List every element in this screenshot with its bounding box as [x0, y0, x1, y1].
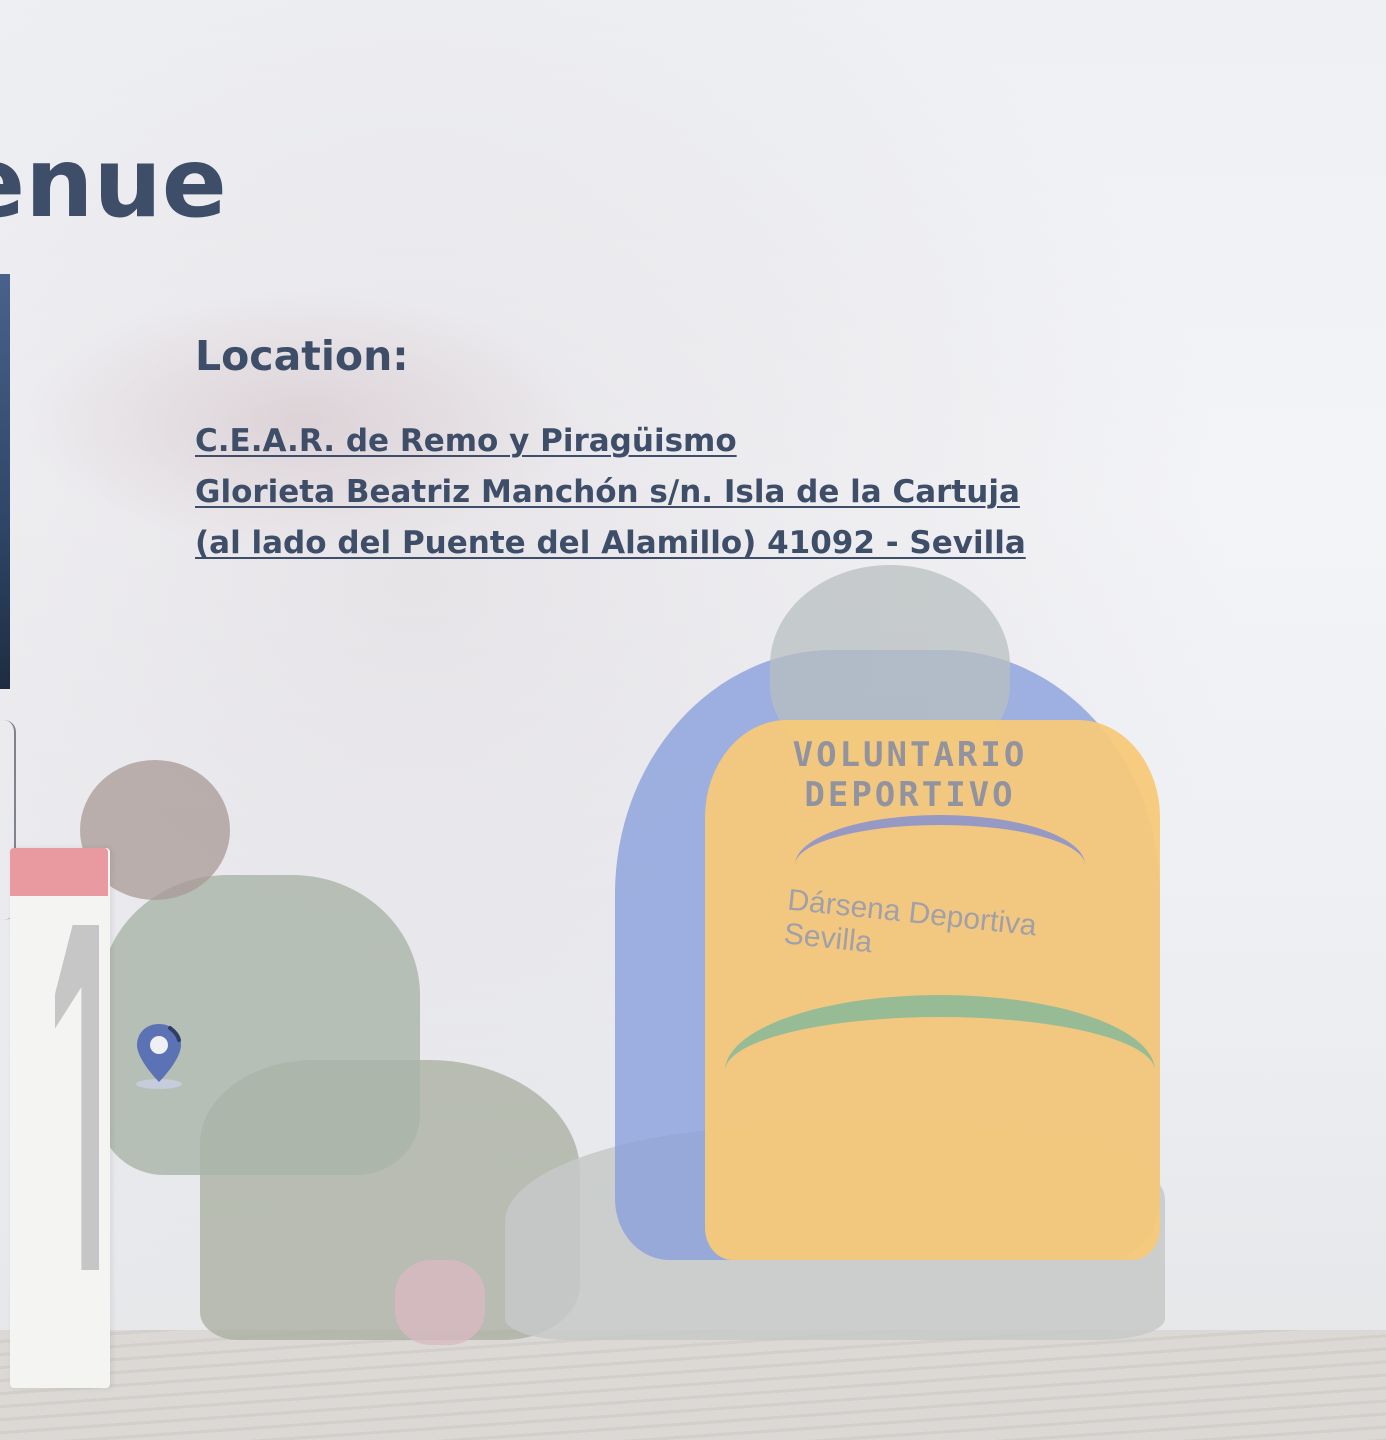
- address-line[interactable]: Glorieta Beatriz Manchón s/n. Isla de la…: [195, 467, 1195, 518]
- vest-lettering-line: VOLUNTARIO: [792, 735, 1028, 775]
- vest-band: [725, 995, 1155, 1147]
- vest-lettering-line: DEPORTIVO: [804, 775, 1016, 815]
- address-link[interactable]: C.E.A.R. de Remo y Piragüismo Glorieta B…: [195, 416, 1195, 569]
- page-title-text: enue: [0, 128, 227, 238]
- lying-person-shoe: [395, 1260, 485, 1345]
- venue-photo-edge: [0, 274, 10, 689]
- lying-person-figure: [60, 760, 580, 1360]
- venue-slide: VOLUNTARIO DEPORTIVO Dársena Deportiva S…: [0, 0, 1386, 1440]
- map-pin-icon[interactable]: [134, 1022, 184, 1092]
- volunteer-figure: VOLUNTARIO DEPORTIVO Dársena Deportiva S…: [505, 565, 1165, 1345]
- address-line[interactable]: (al lado del Puente del Alamillo) 41092 …: [195, 518, 1195, 569]
- location-label: Location:: [195, 332, 409, 380]
- address-line[interactable]: C.E.A.R. de Remo y Piragüismo: [195, 416, 1195, 467]
- vest-lettering: VOLUNTARIO DEPORTIVO: [760, 735, 1060, 815]
- page-title: enue: [0, 128, 360, 238]
- lane-marker-cap: [10, 848, 108, 896]
